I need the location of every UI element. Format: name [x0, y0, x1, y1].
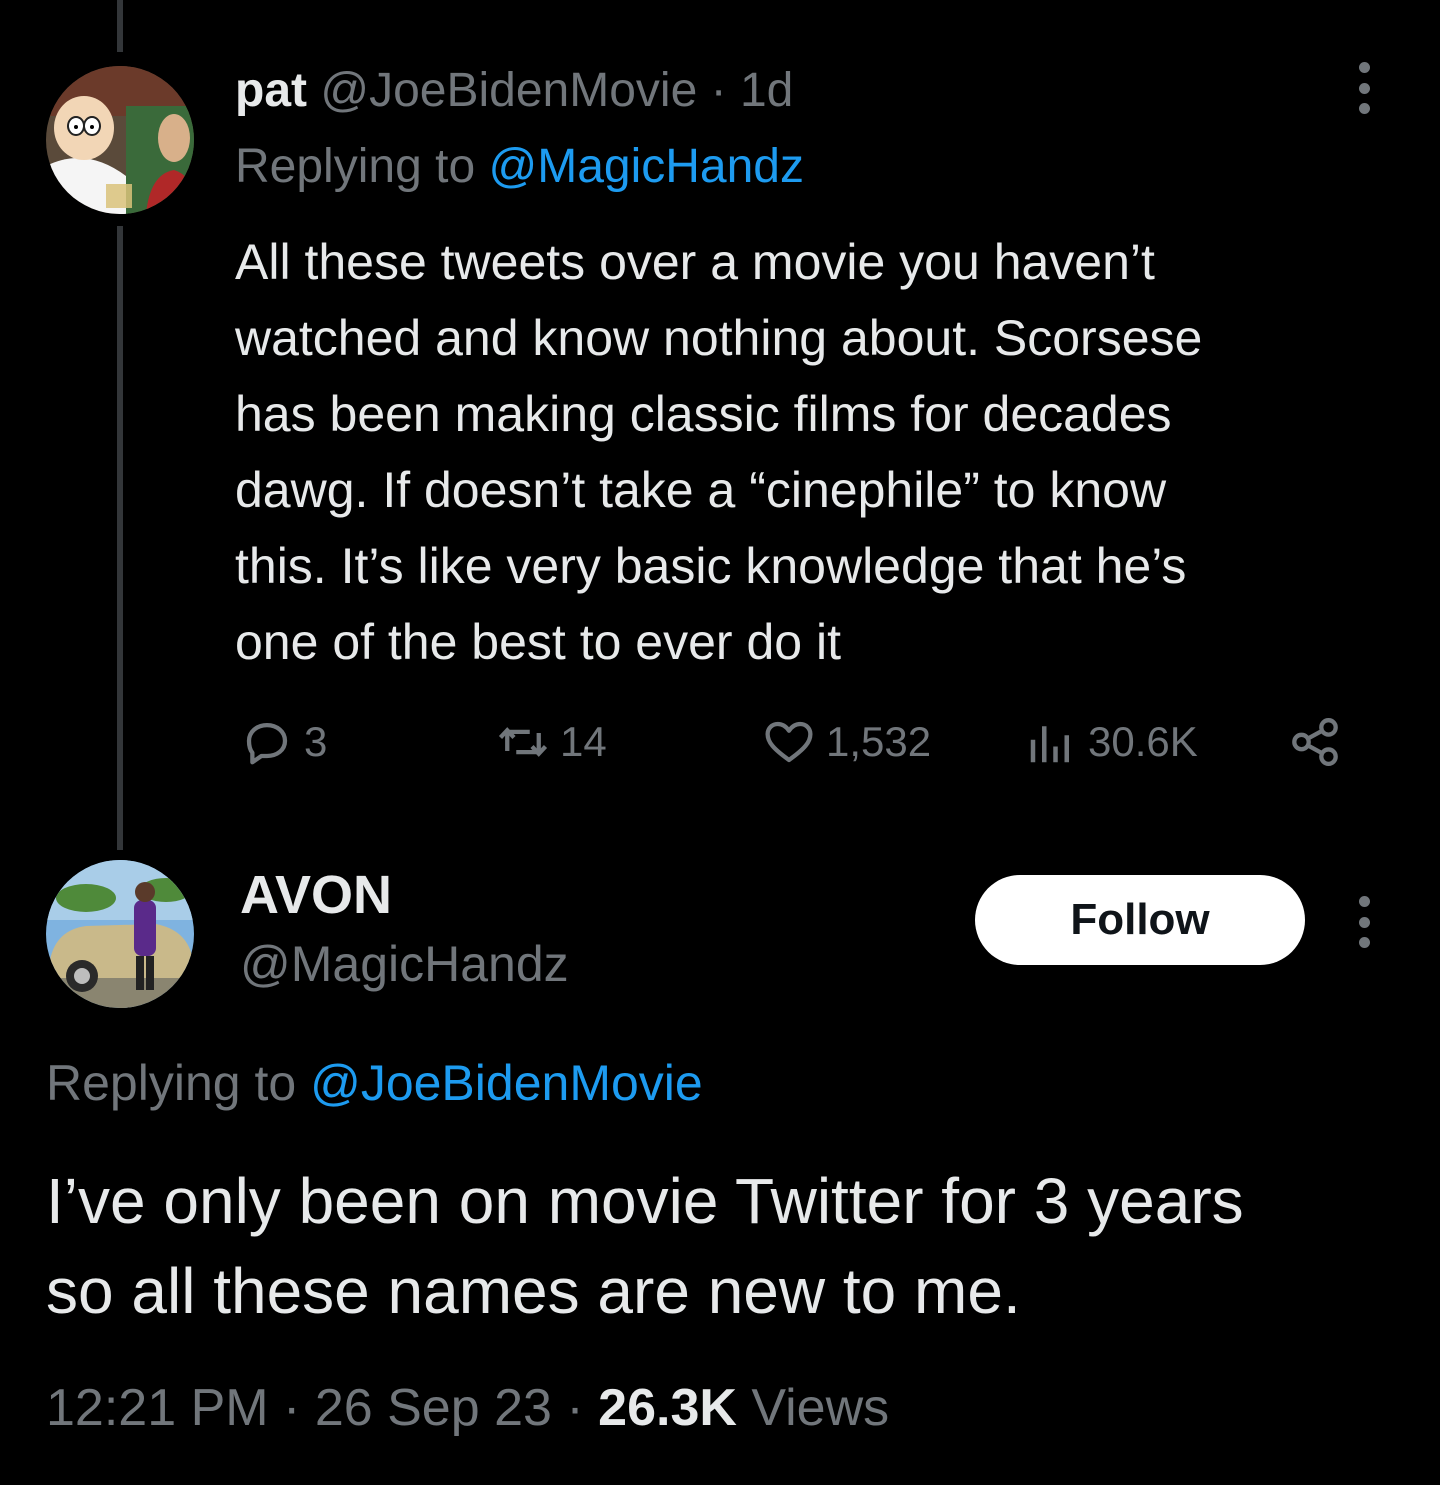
- thread-line-top: [117, 0, 123, 52]
- retweet-button[interactable]: 14: [496, 712, 607, 772]
- views-button[interactable]: 30.6K: [1024, 712, 1198, 772]
- tweet1-more-icon[interactable]: [1346, 58, 1382, 118]
- avatar-pat[interactable]: [46, 66, 194, 214]
- tweet2-meta: 12:21 PM · 26 Sep 23 · 26.3K Views: [46, 1374, 889, 1442]
- reply-count: 3: [304, 718, 328, 765]
- tweet2-text-line: I’ve only been on movie Twitter for 3 ye…: [46, 1165, 1244, 1237]
- tweet2-views-count[interactable]: 26.3K: [598, 1379, 737, 1437]
- replying-prefix: Replying to: [235, 140, 476, 193]
- dot: [1358, 62, 1370, 73]
- follow-button[interactable]: Follow: [975, 875, 1305, 965]
- tweet2-time[interactable]: 12:21 PM: [46, 1379, 269, 1437]
- avatar-image: [46, 860, 194, 1008]
- tweet1-text-line: this. It’s like very basic knowledge tha…: [235, 538, 1187, 594]
- tweet1-text-line: watched and know nothing about. Scorsese: [235, 310, 1203, 366]
- share-icon: [1292, 718, 1338, 766]
- tweet2-views-label: Views: [751, 1379, 890, 1437]
- dot: [1358, 896, 1370, 907]
- tweet1-handle[interactable]: @JoeBidenMovie: [320, 64, 697, 117]
- reply-icon: [246, 722, 288, 765]
- tweet1-text-line: one of the best to ever do it: [235, 614, 841, 670]
- reply-button[interactable]: 3: [240, 712, 327, 772]
- tweet1-text-line: has been making classic films for decade…: [235, 386, 1172, 442]
- retweet-count: 14: [560, 718, 607, 765]
- meta-separator: ·: [283, 1379, 301, 1437]
- tweet1-replying-to: Replying to @MagicHandz: [235, 136, 804, 198]
- tweet1-text-line: dawg. If doesn’t take a “cinephile” to k…: [235, 462, 1167, 518]
- tweet2-handle[interactable]: @MagicHandz: [240, 932, 569, 996]
- replying-prefix: Replying to: [46, 1055, 297, 1111]
- avatar-image: [46, 66, 194, 214]
- tweet2-date[interactable]: 26 Sep 23: [315, 1379, 552, 1437]
- meta-separator: ·: [566, 1379, 584, 1437]
- heart-icon: [765, 721, 813, 763]
- replying-to-mention[interactable]: @JoeBidenMovie: [310, 1055, 703, 1111]
- replying-to-mention[interactable]: @MagicHandz: [488, 140, 804, 193]
- dot: [1358, 937, 1370, 948]
- dot: [1358, 103, 1370, 114]
- share-button[interactable]: [1288, 712, 1342, 772]
- avatar-avon[interactable]: [46, 860, 194, 1008]
- tweet1-header: pat @JoeBidenMovie · 1d: [235, 60, 793, 122]
- like-count: 1,532: [826, 718, 932, 765]
- tweet1-display-name[interactable]: pat: [235, 64, 307, 117]
- tweet2-replying-to: Replying to @JoeBidenMovie: [46, 1050, 703, 1116]
- tweet1-text: All these tweets over a movie you haven’…: [235, 224, 1385, 680]
- tweet1-separator: ·: [710, 64, 727, 117]
- dot: [1358, 916, 1370, 928]
- tweet2-display-name[interactable]: AVON: [240, 862, 392, 928]
- tweet2-text-line: so all these names are new to me.: [46, 1255, 1021, 1327]
- tweet2-more-icon[interactable]: [1346, 892, 1382, 952]
- tweet1-text-line: All these tweets over a movie you haven’…: [235, 234, 1155, 290]
- retweet-icon: [498, 727, 548, 757]
- thread-line-connector: [117, 226, 123, 850]
- tweet1-age[interactable]: 1d: [740, 64, 793, 117]
- dot: [1358, 82, 1370, 94]
- views-chart-icon: [1030, 726, 1069, 763]
- like-button[interactable]: 1,532: [762, 712, 931, 772]
- views-count: 30.6K: [1088, 718, 1198, 765]
- tweet2-text: I’ve only been on movie Twitter for 3 ye…: [46, 1156, 1406, 1336]
